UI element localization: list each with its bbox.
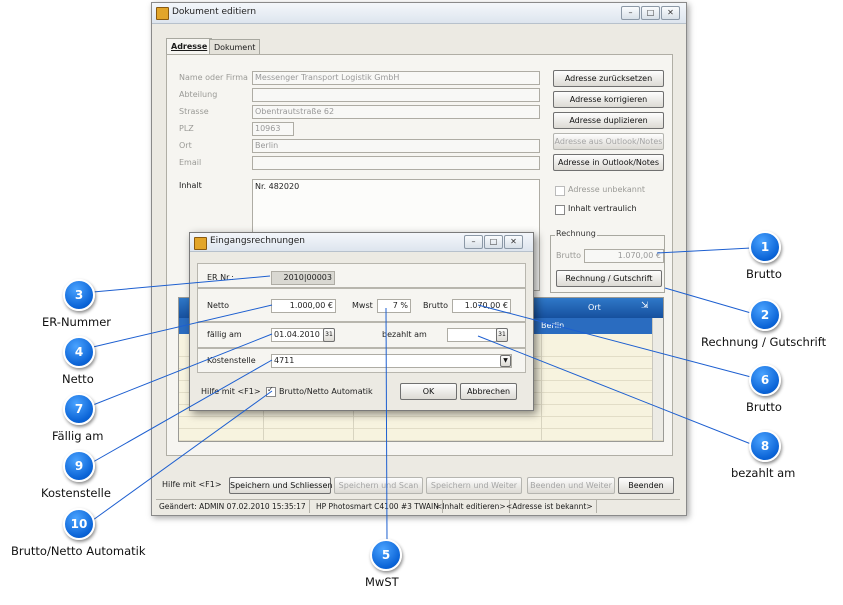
callout-line-9 — [92, 359, 273, 463]
callout-label-10: Brutto/Netto Automatik — [11, 544, 146, 558]
callout-label-6: Brutto — [746, 400, 782, 414]
callout-label-2: Rechnung / Gutschrift — [701, 335, 827, 349]
callout-label-8: bezahlt am — [731, 466, 796, 480]
callout-label-1: Brutto — [746, 267, 782, 281]
callout-badge-6: 6 — [749, 364, 781, 396]
callout-label-7: Fällig am — [52, 429, 104, 443]
callout-line-7 — [92, 333, 273, 406]
callout-label-4: Netto — [62, 372, 94, 386]
callout-badge-4: 4 — [63, 336, 95, 368]
callout-label-9: Kostenstelle — [41, 486, 111, 500]
callout-line-3 — [92, 275, 271, 293]
callout-label-3: ER-Nummer — [42, 315, 112, 329]
callout-line-2 — [664, 287, 752, 314]
callout-line-4 — [92, 304, 273, 348]
callout-line-5 — [385, 307, 388, 542]
callout-badge-9: 9 — [63, 450, 95, 482]
callout-badge-10: 10 — [63, 508, 95, 540]
callout-badge-3: 3 — [63, 279, 95, 311]
callout-line-8 — [477, 335, 752, 445]
callout-badge-1: 1 — [749, 231, 781, 263]
callout-badge-5: 5 — [370, 539, 402, 571]
callout-line-10 — [92, 390, 273, 521]
callout-line-1 — [656, 247, 752, 254]
callout-badge-8: 8 — [749, 430, 781, 462]
callout-badge-2: 2 — [749, 299, 781, 331]
callout-label-5: MwST — [365, 575, 399, 589]
callout-lines — [92, 247, 752, 542]
callout-badge-7: 7 — [63, 393, 95, 425]
